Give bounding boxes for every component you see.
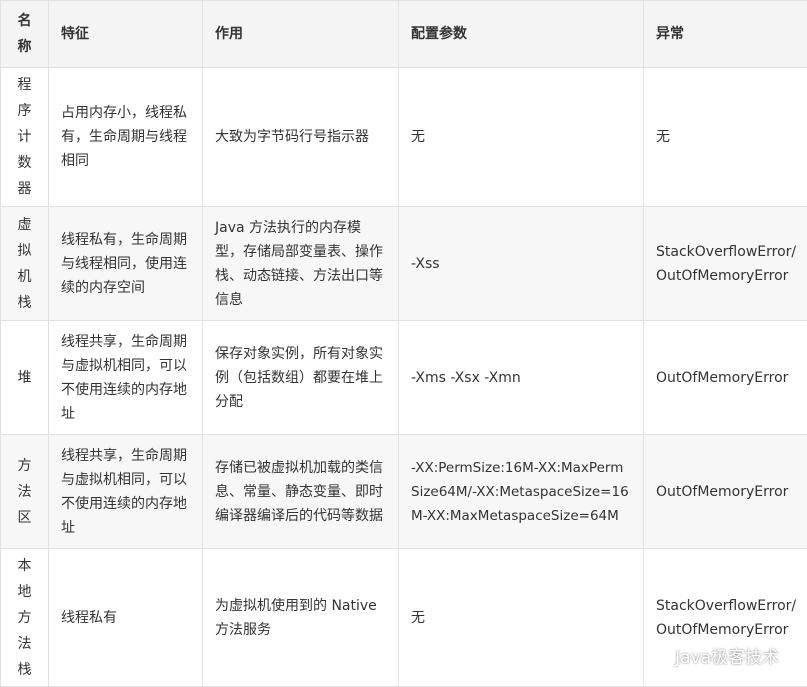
name-char: 方	[1, 605, 48, 631]
table-row: 虚拟机栈 线程私有，生命周期与线程相同，使用连续的内存空间 Java 方法执行的…	[1, 207, 807, 321]
header-name-text: 名称	[1, 8, 48, 60]
row-name-cell: 方法区	[1, 435, 49, 549]
name-char: 区	[1, 505, 48, 531]
header-name: 名称	[1, 1, 49, 68]
header-params: 配置参数	[399, 1, 644, 68]
row-name-cell: 程序计数器	[1, 68, 49, 207]
header-exception: 异常	[644, 1, 807, 68]
row-exception-cell: 无	[644, 68, 807, 207]
row-name-cell: 虚拟机栈	[1, 207, 49, 321]
header-role: 作用	[203, 1, 399, 68]
header-feature: 特征	[49, 1, 203, 68]
row-params-cell: -Xms -Xsx -Xmn	[399, 321, 644, 435]
jvm-memory-table: 名称 特征 作用 配置参数 异常 程序计数器 占用内存小，线程私有，生命周期与线…	[0, 0, 807, 687]
name-char: 法	[1, 479, 48, 505]
row-role-cell: 大致为字节码行号指示器	[203, 68, 399, 207]
row-feature-cell: 线程私有	[49, 549, 203, 687]
row-params-cell: 无	[399, 68, 644, 207]
table-header-row: 名称 特征 作用 配置参数 异常	[1, 1, 807, 68]
table-row: 方法区 线程共享，生命周期与虚拟机相同，可以不使用连续的内存地址 存储已被虚拟机…	[1, 435, 807, 549]
row-role-cell: Java 方法执行的内存模型，存储局部变量表、操作栈、动态链接、方法出口等信息	[203, 207, 399, 321]
row-exception-cell: OutOfMemoryError	[644, 435, 807, 549]
name-char: 拟	[1, 238, 48, 264]
name-char: 数	[1, 150, 48, 176]
row-role-cell: 为虚拟机使用到的 Native 方法服务	[203, 549, 399, 687]
name-char: 计	[1, 124, 48, 150]
name-char: 堆	[1, 365, 48, 391]
row-name-cell: 堆	[1, 321, 49, 435]
name-char: 栈	[1, 290, 48, 316]
name-char: 序	[1, 98, 48, 124]
row-name-cell: 本地方法栈	[1, 549, 49, 687]
table-row: 堆 线程共享，生命周期与虚拟机相同，可以不使用连续的内存地址 保存对象实例，所有…	[1, 321, 807, 435]
name-char: 栈	[1, 657, 48, 683]
name-char: 称	[1, 34, 48, 60]
row-feature-cell: 线程共享，生命周期与虚拟机相同，可以不使用连续的内存地址	[49, 435, 203, 549]
row-feature-cell: 线程共享，生命周期与虚拟机相同，可以不使用连续的内存地址	[49, 321, 203, 435]
row-feature-cell: 占用内存小，线程私有，生命周期与线程相同	[49, 68, 203, 207]
watermark: Java极客技术	[647, 643, 779, 668]
name-char: 名	[1, 8, 48, 34]
name-char: 本	[1, 553, 48, 579]
wechat-icon	[647, 647, 669, 665]
watermark-text: Java极客技术	[675, 643, 779, 668]
row-role-cell: 保存对象实例，所有对象实例（包括数组）都要在堆上分配	[203, 321, 399, 435]
row-role-cell: 存储已被虚拟机加载的类信息、常量、静态变量、即时编译器编译后的代码等数据	[203, 435, 399, 549]
name-char: 地	[1, 579, 48, 605]
row-params-cell: -Xss	[399, 207, 644, 321]
row-exception-cell: StackOverflowError/ OutOfMemoryError	[644, 207, 807, 321]
row-exception-cell: OutOfMemoryError	[644, 321, 807, 435]
name-char: 器	[1, 176, 48, 202]
name-char: 方	[1, 453, 48, 479]
row-params-cell: -XX:PermSize:16M-XX:MaxPermSize64M/-XX:M…	[399, 435, 644, 549]
table-row: 程序计数器 占用内存小，线程私有，生命周期与线程相同 大致为字节码行号指示器 无…	[1, 68, 807, 207]
name-char: 机	[1, 264, 48, 290]
name-char: 虚	[1, 212, 48, 238]
row-params-cell: 无	[399, 549, 644, 687]
name-char: 程	[1, 72, 48, 98]
row-feature-cell: 线程私有，生命周期与线程相同，使用连续的内存空间	[49, 207, 203, 321]
name-char: 法	[1, 631, 48, 657]
